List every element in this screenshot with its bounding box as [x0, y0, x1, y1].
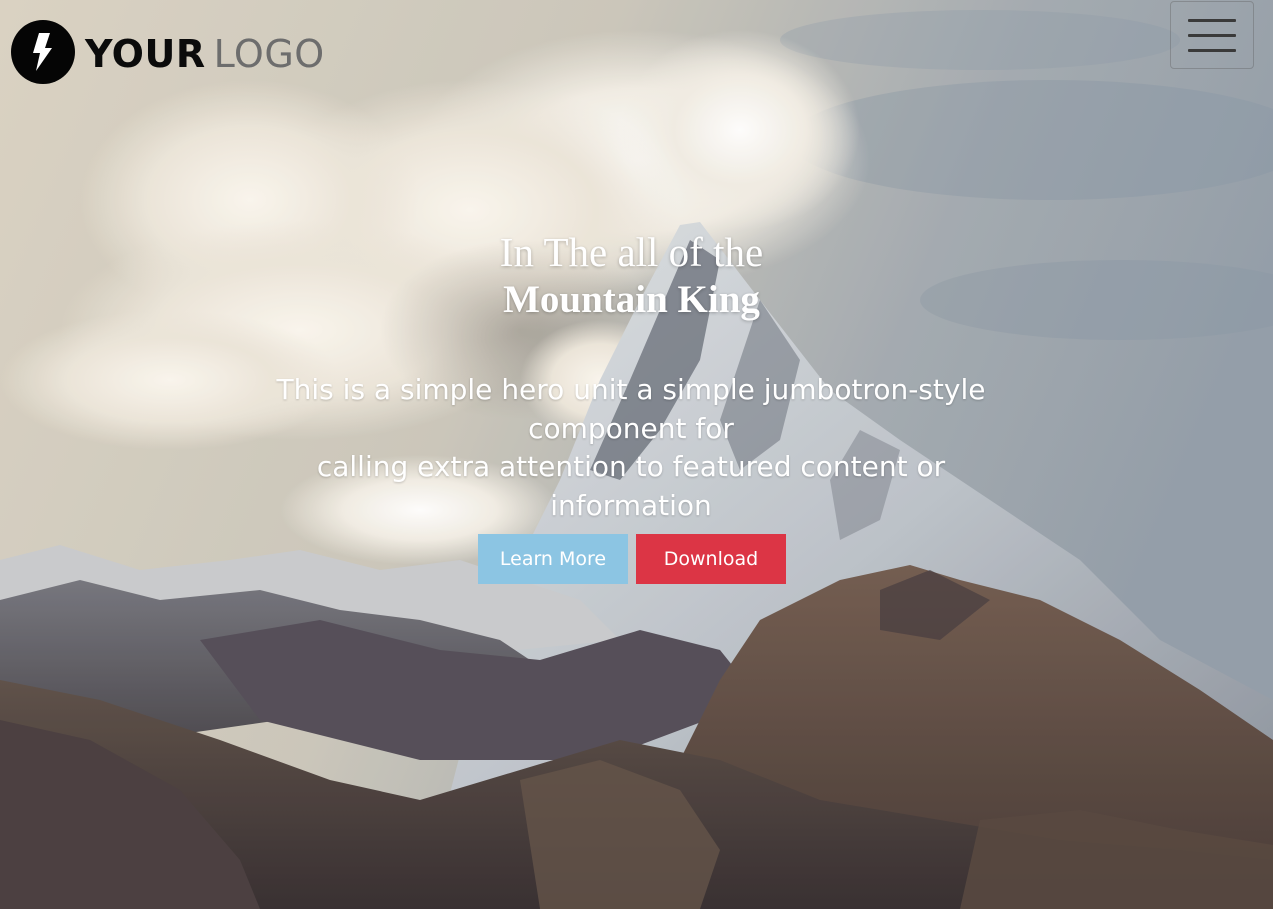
hero-title-line-2: Mountain King: [503, 278, 760, 321]
hero-lead-line-2: calling extra attention to featured cont…: [316, 450, 946, 522]
hamburger-menu-icon-bar-2: [1188, 33, 1236, 37]
learn-more-button[interactable]: Learn More: [478, 534, 628, 584]
hero-title: In The all of the Mountain King: [0, 228, 1263, 324]
logo-text-light: LOGO: [213, 32, 325, 76]
lightning-bolt-icon: [11, 20, 75, 84]
hero-lead-line-1: This is a simple hero unit a simple jumb…: [276, 373, 986, 445]
logo-wordmark: YOUR LOGO: [85, 35, 325, 73]
hamburger-menu-icon-bar-3: [1188, 48, 1236, 52]
hamburger-menu-button[interactable]: [1170, 1, 1254, 69]
download-button[interactable]: Download: [636, 534, 786, 584]
hero-title-line-1: In The all of the: [499, 229, 764, 275]
logo-text-strong: YOUR: [85, 32, 206, 76]
brand-logo[interactable]: YOUR LOGO: [11, 20, 325, 84]
hero-lead-text: This is a simple hero unit a simple jumb…: [236, 371, 1026, 525]
hamburger-menu-icon: [1188, 18, 1236, 22]
